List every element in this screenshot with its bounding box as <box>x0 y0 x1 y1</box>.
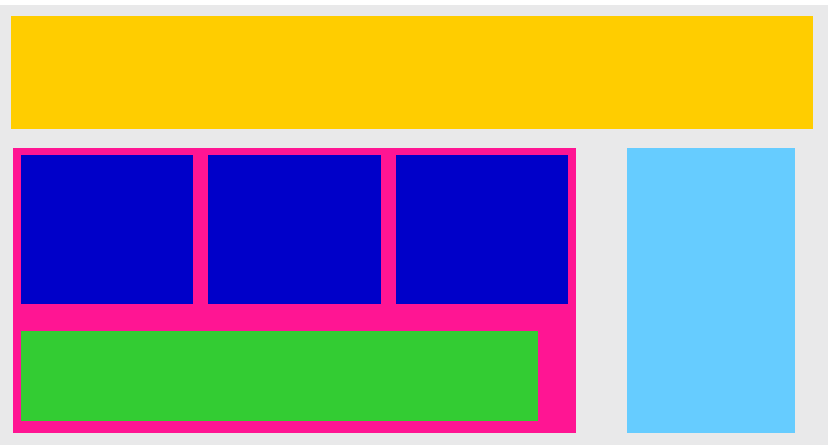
content-tile-2 <box>208 155 381 304</box>
content-tile-1 <box>21 155 193 304</box>
right-sidebar <box>627 148 795 433</box>
footer-block <box>21 331 538 421</box>
content-tile-3 <box>396 155 568 304</box>
header-banner <box>11 16 813 129</box>
